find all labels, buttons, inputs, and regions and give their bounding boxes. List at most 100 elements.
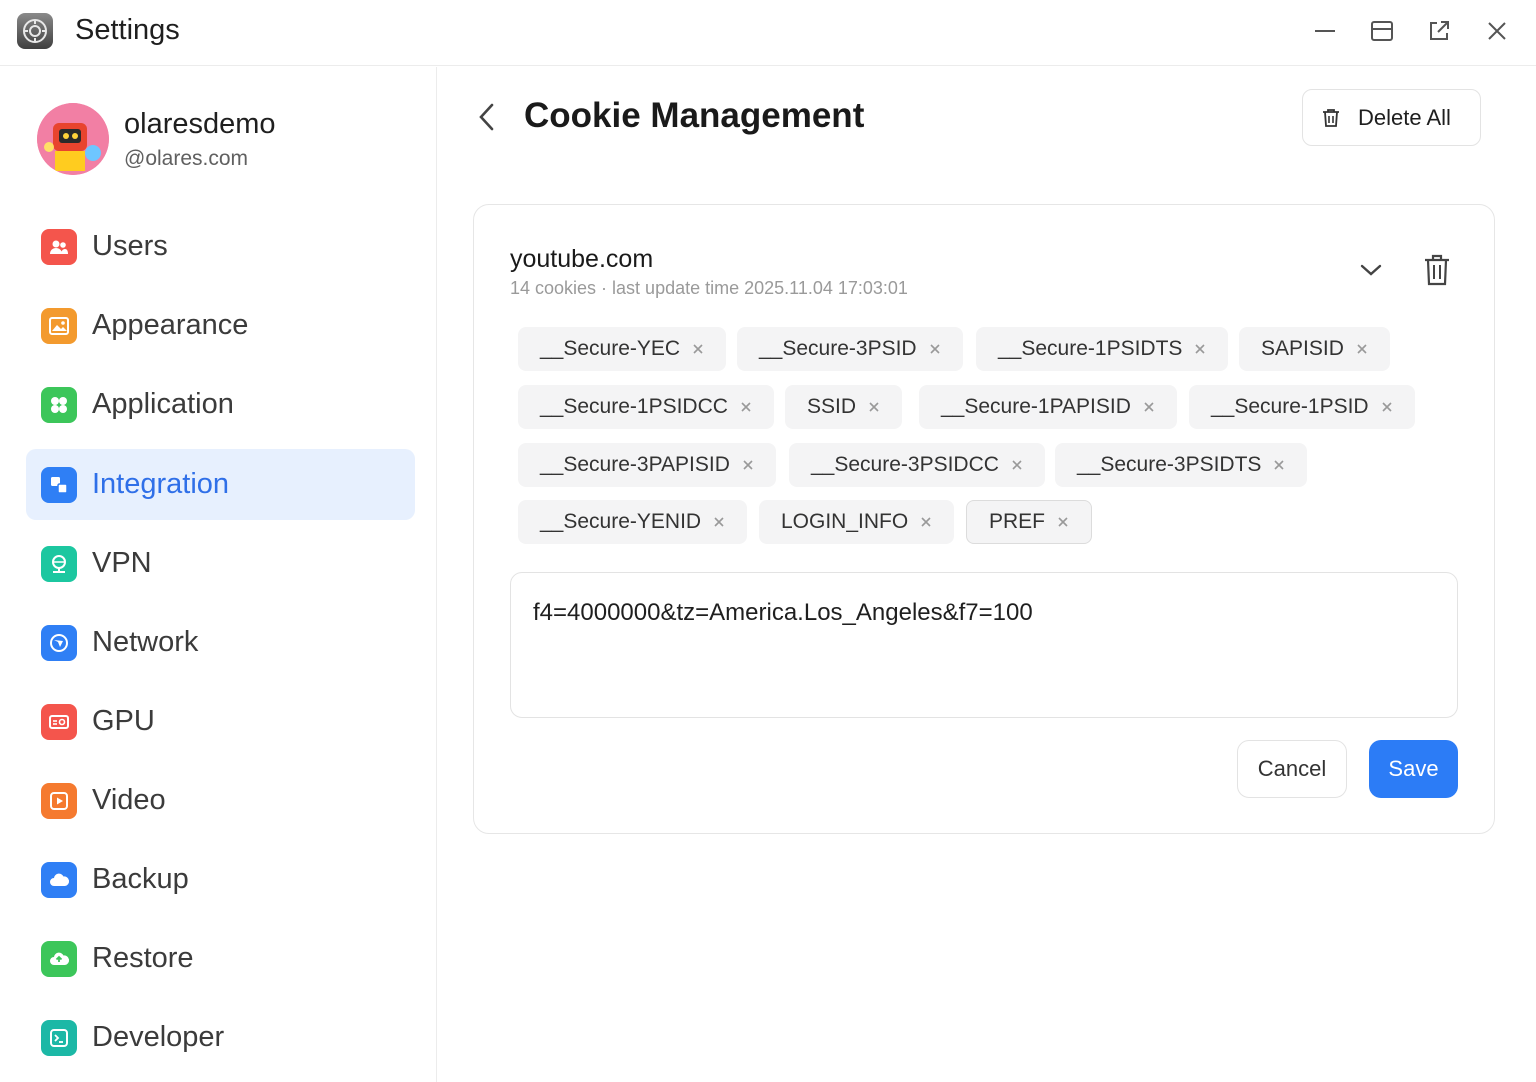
cookie-chip-selected[interactable]: PREF (966, 500, 1093, 544)
network-icon (41, 624, 77, 661)
user-domain: @olares.com (124, 147, 249, 170)
page-title: Cookie Management (524, 96, 865, 135)
minimize-icon (1315, 30, 1335, 32)
sidebar-item-gpu[interactable]: GPU (26, 686, 415, 757)
back-button[interactable] (470, 100, 504, 134)
save-button[interactable]: Save (1369, 740, 1458, 798)
cookie-chip[interactable]: __Secure-1PSID (1189, 385, 1415, 429)
external-link-icon (1430, 21, 1449, 40)
cookie-chip[interactable]: SAPISID (1239, 327, 1390, 371)
cookie-chip[interactable]: __Secure-1PSIDCC (518, 385, 774, 429)
sidebar-item-integration[interactable]: Integration (26, 449, 415, 520)
cookie-chip-label: __Secure-1PSID (1211, 395, 1369, 418)
close-icon[interactable] (742, 459, 754, 471)
chevron-down-icon (1360, 264, 1382, 276)
cookie-value-field[interactable]: f4=4000000&tz=America.Los_Angeles&f7=100 (510, 572, 1458, 718)
close-icon[interactable] (692, 343, 704, 355)
application-icon (41, 386, 77, 423)
cookie-chip[interactable]: LOGIN_INFO (759, 500, 955, 544)
close-icon[interactable] (1273, 459, 1285, 471)
cancel-button[interactable]: Cancel (1237, 740, 1347, 798)
cookie-chip[interactable]: SSID (785, 385, 903, 429)
vpn-icon (41, 545, 77, 582)
sidebar-item-label: Integration (92, 468, 230, 500)
close-icon (1488, 22, 1506, 40)
settings-app-icon (17, 13, 53, 49)
appearance-icon (41, 307, 77, 344)
cookie-card: youtube.com 14 cookies · last update tim… (473, 204, 1495, 834)
minimize-button[interactable] (1310, 16, 1340, 46)
maximize-button[interactable] (1367, 16, 1397, 46)
sidebar-item-label: Video (92, 784, 166, 816)
sidebar-item-label: Developer (92, 1021, 225, 1053)
cookie-chip[interactable]: __Secure-3PSIDCC (789, 443, 1045, 487)
avatar[interactable] (37, 103, 109, 175)
sidebar-item-backup[interactable]: Backup (26, 844, 415, 915)
integration-icon (41, 466, 77, 503)
close-icon[interactable] (868, 401, 880, 413)
sidebar-item-users[interactable]: Users (26, 211, 415, 282)
restore-icon (41, 940, 77, 977)
sidebar-item-label: VPN (92, 547, 152, 579)
close-icon[interactable] (929, 343, 941, 355)
sidebar-item-label: GPU (92, 705, 155, 737)
cookie-chip-label: __Secure-1PAPISID (941, 395, 1131, 418)
sidebar-item-label: Backup (92, 863, 189, 895)
cookie-chip-label: __Secure-1PSIDCC (540, 395, 728, 418)
cookie-chip-label: __Secure-YENID (540, 510, 702, 533)
close-icon[interactable] (713, 516, 725, 528)
gpu-icon (41, 703, 77, 740)
chevron-left-icon (479, 103, 494, 131)
close-icon[interactable] (1143, 401, 1155, 413)
cookie-chip-label: PREF (989, 510, 1046, 533)
video-icon (41, 782, 77, 819)
cookie-chip-label: __Secure-1PSIDTS (998, 337, 1183, 360)
sidebar-item-application[interactable]: Application (26, 369, 415, 440)
sidebar-item-developer[interactable]: Developer (26, 1002, 415, 1073)
close-icon[interactable] (1057, 516, 1069, 528)
delete-all-button[interactable]: Delete All (1302, 89, 1481, 146)
trash-icon (1322, 108, 1340, 128)
delete-domain-button[interactable] (1420, 250, 1454, 290)
close-icon[interactable] (1194, 343, 1206, 355)
collapse-button[interactable] (1354, 255, 1388, 285)
close-icon[interactable] (740, 401, 752, 413)
close-icon[interactable] (1011, 459, 1023, 471)
sidebar-item-label: Restore (92, 942, 194, 974)
close-icon[interactable] (1356, 343, 1368, 355)
sidebar-item-appearance[interactable]: Appearance (26, 290, 415, 361)
cookie-meta: 14 cookies · last update time 2025.11.04… (510, 278, 908, 298)
trash-icon (1425, 254, 1449, 286)
cookie-chip-label: __Secure-3PSID (759, 337, 917, 360)
users-icon (41, 228, 77, 265)
cookie-chip[interactable]: __Secure-3PAPISID (518, 443, 776, 487)
sidebar: olaresdemo @olares.com Users Appearance … (0, 67, 437, 1082)
title-bar: Settings (0, 0, 1536, 66)
cookie-chip-label: __Secure-3PSIDTS (1077, 453, 1262, 476)
cookie-chip[interactable]: __Secure-3PSID (737, 327, 963, 371)
close-icon[interactable] (1381, 401, 1393, 413)
cookie-chip-label: __Secure-3PAPISID (540, 453, 730, 476)
close-icon[interactable] (920, 516, 932, 528)
window-icon (1371, 21, 1393, 41)
cookie-chip[interactable]: __Secure-YENID (518, 500, 748, 544)
cookie-chip-label: SAPISID (1261, 337, 1344, 360)
cookie-chip[interactable]: __Secure-YEC (518, 327, 727, 371)
sidebar-item-network[interactable]: Network (26, 607, 415, 678)
window-title: Settings (75, 14, 180, 46)
sidebar-item-video[interactable]: Video (26, 765, 415, 836)
sidebar-item-label: Users (92, 230, 168, 262)
sidebar-item-label: Appearance (92, 309, 249, 341)
close-window-button[interactable] (1482, 16, 1512, 46)
sidebar-item-restore[interactable]: Restore (26, 923, 415, 994)
cookie-chip[interactable]: __Secure-1PAPISID (919, 385, 1177, 429)
cookie-domain: youtube.com (510, 245, 654, 273)
cookie-chip-label: SSID (807, 395, 857, 418)
cookie-chip[interactable]: __Secure-1PSIDTS (976, 327, 1229, 371)
cookie-chip[interactable]: __Secure-3PSIDTS (1055, 443, 1308, 487)
cookie-chip-label: LOGIN_INFO (781, 510, 909, 533)
sidebar-item-vpn[interactable]: VPN (26, 528, 415, 599)
user-name: olaresdemo (124, 108, 276, 140)
open-external-button[interactable] (1424, 16, 1454, 46)
delete-all-label: Delete All (1358, 104, 1451, 130)
